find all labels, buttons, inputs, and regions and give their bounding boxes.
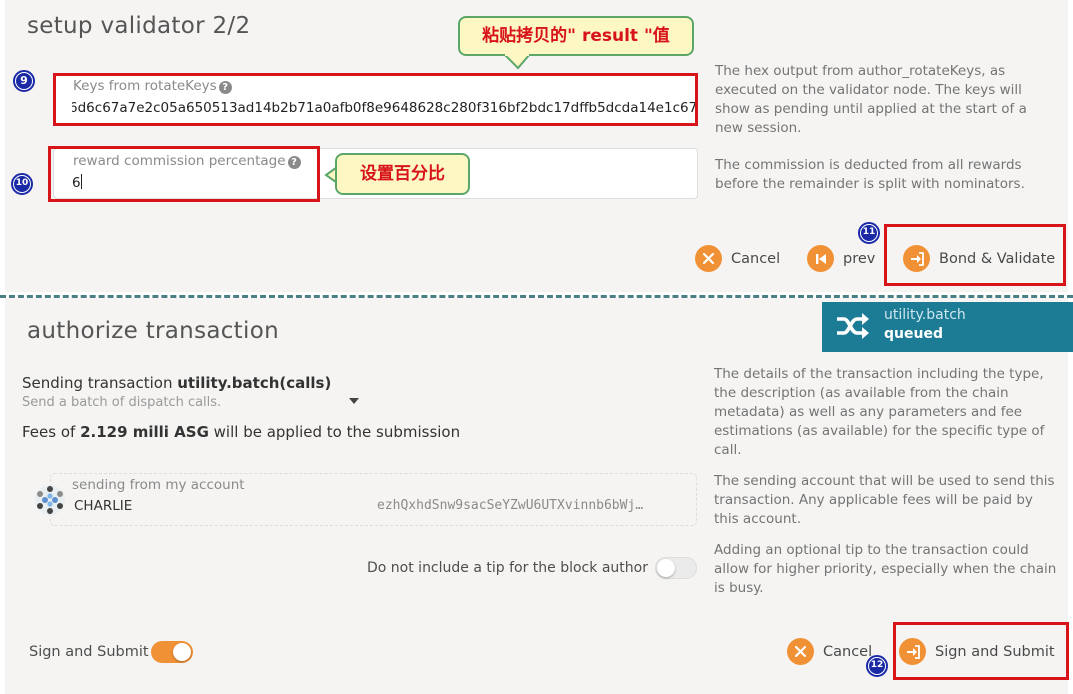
keys-help: The hex output from author_rotateKeys, a…: [715, 63, 1027, 136]
cancel-label: Cancel: [731, 250, 781, 267]
status-call: utility.batch: [884, 307, 966, 323]
toggle-knob: [657, 559, 675, 577]
tip-help: Adding an optional tip to the transactio…: [714, 542, 1057, 596]
bond-validate-label: Bond & Validate: [939, 250, 1056, 267]
tip-label: Do not include a tip for the block autho…: [367, 560, 648, 576]
authorize-cancel-button[interactable]: Cancel: [787, 638, 872, 665]
question-icon[interactable]: ?: [218, 81, 232, 94]
step-badge-10: 10: [11, 173, 33, 195]
annotation-callout-percent: 设置百分比: [335, 153, 470, 195]
details-help: The details of the transaction including…: [714, 366, 1045, 458]
prev-button[interactable]: prev: [807, 245, 875, 272]
sign-submit-label: Sign and Submit: [935, 643, 1055, 660]
sign-submit-toggle-label: Sign and Submit: [29, 644, 149, 660]
tip-toggle[interactable]: [655, 557, 697, 579]
step-badge-11: 11: [858, 222, 880, 244]
step-badge-12: 12: [866, 655, 888, 677]
status-state: queued: [884, 326, 943, 342]
transaction-status-bar: utility.batch queued: [822, 302, 1073, 352]
close-icon: [787, 638, 814, 665]
fees-text: Fees of 2.129 milli ASG will be applied …: [22, 423, 461, 441]
bond-validate-button[interactable]: Bond & Validate: [903, 245, 1055, 272]
sign-in-icon: [899, 638, 926, 665]
commission-label: reward commission percentage?: [73, 153, 301, 169]
account-address: ezhQxhdSnw9sacSeYZwU6UTXvinnb6bWj…: [377, 498, 644, 513]
keys-input[interactable]: a27b6d6c67a7e2c05a650513ad14b2b71a0afb0f…: [72, 100, 697, 116]
cancel-label: Cancel: [823, 643, 873, 660]
commission-input[interactable]: 6: [72, 174, 112, 191]
call-description: Send a batch of dispatch calls.: [22, 395, 222, 410]
caret-down-icon[interactable]: [349, 389, 359, 408]
keys-label: Keys from rotateKeys?: [73, 78, 232, 94]
authorize-title: authorize transaction: [27, 318, 279, 344]
sign-submit-toggle[interactable]: [151, 641, 193, 663]
step-badge-9: 9: [13, 70, 35, 92]
account-name: CHARLIE: [74, 498, 133, 514]
cancel-button[interactable]: Cancel: [695, 245, 780, 272]
account-identicon: [34, 484, 66, 520]
annotation-callout-paste: 粘贴拷贝的" result "值: [458, 16, 694, 56]
question-icon[interactable]: ?: [287, 156, 301, 169]
fees-amount: 2.129 milli ASG: [80, 423, 209, 441]
sending-transaction[interactable]: Sending transaction utility.batch(calls): [22, 374, 331, 392]
keys-field[interactable]: Keys from rotateKeys? a27b6d6c67a7e2c05a…: [53, 73, 698, 125]
step-backward-icon: [807, 245, 834, 272]
account-help: The sending account that will be used to…: [714, 473, 1055, 527]
callout-tail-icon: [503, 54, 531, 70]
sign-submit-button[interactable]: Sign and Submit: [899, 638, 1055, 665]
shuffle-icon: [835, 310, 871, 346]
setup-title: setup validator 2/2: [27, 13, 251, 39]
sign-in-icon: [903, 245, 930, 272]
commission-help: The commission is deducted from all rewa…: [715, 157, 1025, 192]
call-name: utility.batch(calls): [177, 374, 332, 392]
screen: setup validator 2/2 Keys from rotateKeys…: [0, 0, 1073, 694]
toggle-knob: [173, 643, 191, 661]
prev-label: prev: [843, 250, 876, 267]
account-label: sending from my account: [72, 477, 245, 493]
close-icon: [695, 245, 722, 272]
